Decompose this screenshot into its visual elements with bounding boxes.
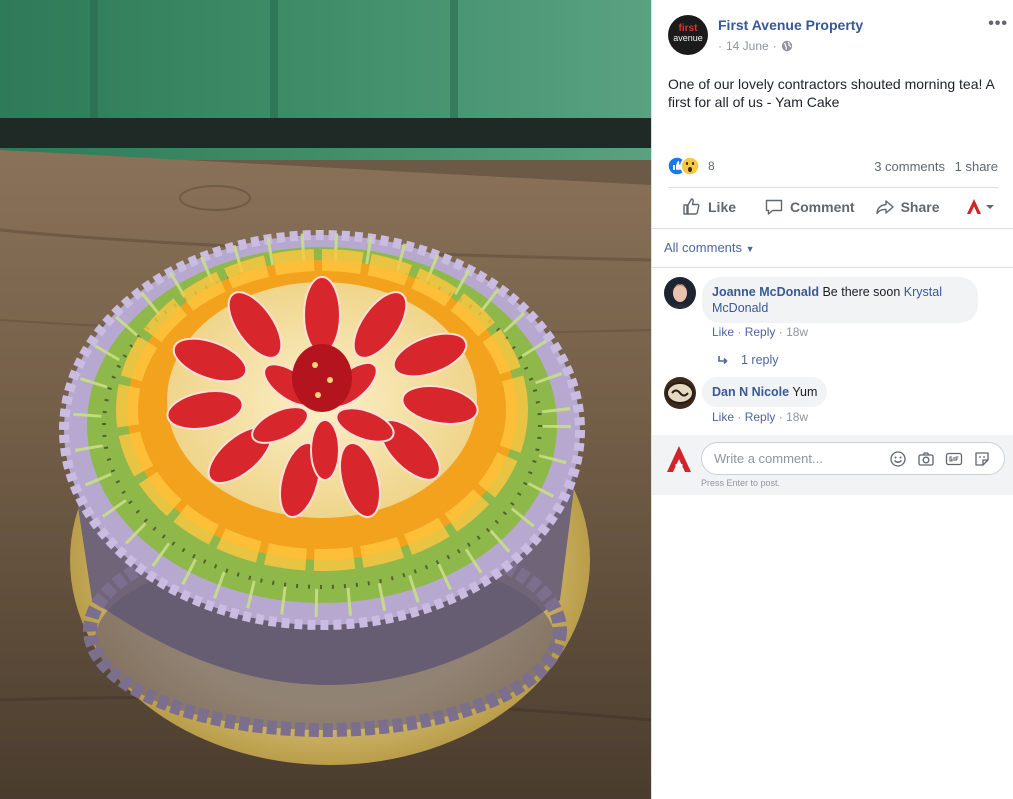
comment-button[interactable]: Comment <box>764 197 855 217</box>
comment-time[interactable]: 18w <box>786 410 808 424</box>
my-page-avatar <box>667 446 691 472</box>
post-photo[interactable] <box>0 0 651 799</box>
comment-like-link[interactable]: Like <box>712 325 734 339</box>
post-actions: Like Comment Share <box>668 188 998 226</box>
comment-author-link[interactable]: Joanne McDonald <box>712 285 819 299</box>
share-button-label: Share <box>900 199 940 215</box>
comments-filter-label: All comments <box>664 240 743 255</box>
comment-like-link[interactable]: Like <box>712 410 734 424</box>
commenter-avatar[interactable] <box>664 377 696 409</box>
shares-count-link[interactable]: 1 share <box>955 159 998 174</box>
share-button[interactable]: Share <box>875 197 940 217</box>
thumbs-up-icon <box>683 198 700 215</box>
post-date[interactable]: 14 June <box>726 39 769 53</box>
comment-bubble: Dan N Nicole Yum <box>702 377 828 407</box>
engagement-counts: 3 comments 1 share <box>868 159 998 174</box>
divider <box>652 267 1013 268</box>
reaction-count[interactable]: 8 <box>708 159 715 173</box>
page-name-link[interactable]: First Avenue Property <box>718 17 863 33</box>
post-panel: first avenue First Avenue Property · 14 … <box>651 0 1013 799</box>
sticker-icon[interactable] <box>973 450 991 468</box>
comment-icon <box>765 199 783 215</box>
commenter-avatar[interactable] <box>664 277 696 309</box>
wow-reaction-icon <box>680 156 700 176</box>
globe-icon <box>781 40 792 52</box>
comment-actions: Like · Reply · 18w <box>712 410 808 424</box>
gif-icon[interactable] <box>945 450 963 468</box>
comment-author-link[interactable]: Dan N Nicole <box>712 385 789 399</box>
comment-text: Be there soon <box>822 285 901 299</box>
reactions-bar: 8 3 comments 1 share <box>668 155 998 177</box>
comment-text: Yum <box>792 385 818 399</box>
comment-bubble: Joanne McDonald Be there soon Krystal Mc… <box>702 277 978 323</box>
post-meta: · 14 June · <box>718 39 793 53</box>
post-header: first avenue First Avenue Property · 14 … <box>668 15 1008 57</box>
avatar-logo-line2: avenue <box>673 33 703 43</box>
page-identity-switcher[interactable] <box>966 197 996 217</box>
emoji-icon[interactable] <box>889 450 907 468</box>
comment-reply-link[interactable]: Reply <box>745 410 776 424</box>
comments-filter-dropdown[interactable]: All comments ▼ <box>664 240 755 255</box>
camera-icon[interactable] <box>917 450 935 468</box>
meta-separator: · <box>718 39 722 53</box>
view-replies-link[interactable]: 1 reply <box>717 353 779 367</box>
comment-actions: Like · Reply · 18w <box>712 325 808 339</box>
comment-time[interactable]: 18w <box>786 325 808 339</box>
more-options-button[interactable]: ••• <box>988 15 1008 33</box>
meta-separator-2: · <box>772 39 777 53</box>
page-logo-dropdown-icon <box>966 199 994 214</box>
like-button[interactable]: Like <box>682 197 736 217</box>
separator: · <box>778 410 787 424</box>
page-avatar[interactable]: first avenue <box>668 15 708 55</box>
share-icon <box>875 200 894 215</box>
cake-photo-image <box>0 0 651 799</box>
caret-down-icon: ▼ <box>745 244 755 254</box>
replies-count: 1 reply <box>741 353 779 367</box>
separator: · <box>737 325 745 339</box>
press-enter-hint: Press Enter to post. <box>701 478 781 488</box>
composer-icons <box>889 450 991 468</box>
like-button-label: Like <box>708 199 737 215</box>
comment-button-label: Comment <box>790 199 855 215</box>
comment-composer: Press Enter to post. <box>652 435 1013 495</box>
post-text: One of our lovely contractors shouted mo… <box>668 76 995 110</box>
separator: · <box>778 325 787 339</box>
reply-arrow-icon <box>718 356 728 365</box>
reaction-icons[interactable] <box>668 156 700 176</box>
divider <box>652 228 1013 229</box>
comments-count-link[interactable]: 3 comments <box>874 159 945 174</box>
separator: · <box>737 410 745 424</box>
comment-reply-link[interactable]: Reply <box>745 325 776 339</box>
